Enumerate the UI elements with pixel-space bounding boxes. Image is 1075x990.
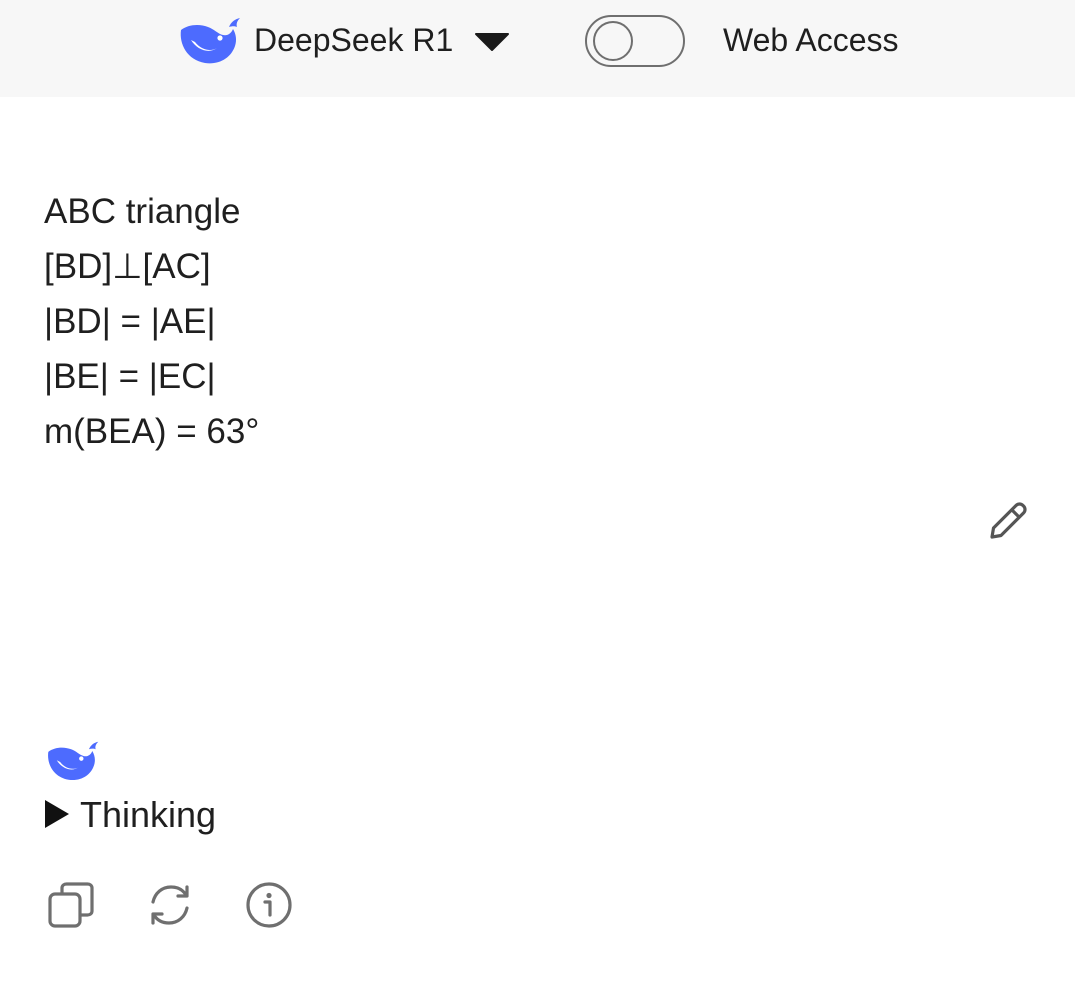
info-icon[interactable] — [244, 880, 294, 930]
top-bar: DeepSeek R1 Web Access — [0, 0, 1075, 97]
message-line: |BE| = |EC| — [44, 357, 216, 396]
triangle-right-icon — [45, 800, 69, 828]
pencil-icon[interactable] — [984, 497, 1032, 545]
deepseek-whale-icon — [48, 741, 99, 781]
web-access-label: Web Access — [723, 22, 899, 58]
deepseek-whale-icon — [180, 18, 240, 64]
model-name[interactable]: DeepSeek R1 — [254, 20, 453, 60]
regenerate-icon[interactable] — [145, 880, 195, 930]
message-line: [BD]⊥[AC] — [44, 247, 211, 286]
web-access-toggle[interactable] — [585, 15, 685, 67]
user-message: ABC triangle [BD]⊥[AC] |BD| = |AE| |BE| … — [44, 184, 259, 459]
toggle-knob — [593, 21, 633, 61]
copy-icon[interactable] — [46, 880, 96, 930]
message-line: |BD| = |AE| — [44, 302, 216, 341]
message-line: m(BEA) = 63° — [44, 412, 260, 451]
message-line: ABC triangle — [44, 192, 241, 231]
caret-down-icon[interactable] — [472, 28, 512, 54]
thinking-label: Thinking — [80, 794, 217, 835]
